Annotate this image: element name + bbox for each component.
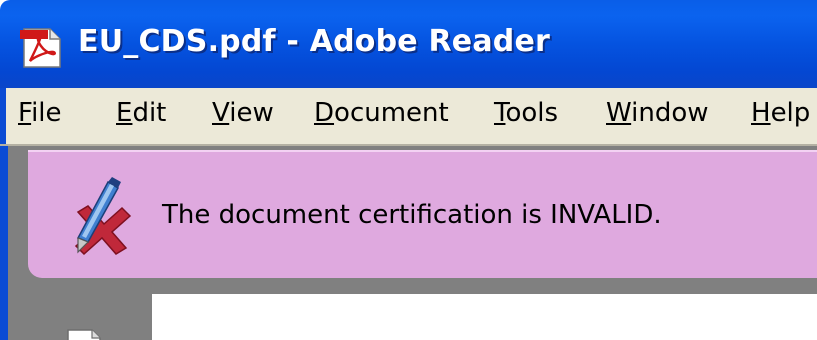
- window-title: EU_CDS.pdf - Adobe Reader: [78, 24, 550, 59]
- page-thumbnail-icon[interactable]: [64, 322, 104, 340]
- certification-message: The document certification is INVALID.: [162, 200, 662, 230]
- menu-view[interactable]: View: [212, 98, 274, 128]
- menu-edit[interactable]: Edit: [116, 98, 166, 128]
- menu-file[interactable]: File: [18, 98, 62, 128]
- menu-bar: File Edit View Document Tools Window Hel…: [0, 88, 817, 144]
- window-frame-left: [0, 146, 8, 340]
- document-page[interactable]: [152, 294, 817, 340]
- menu-document[interactable]: Document: [314, 98, 449, 128]
- pages-panel: [8, 296, 152, 340]
- certification-bar: The document certification is INVALID.: [28, 150, 817, 278]
- menu-help[interactable]: Help: [751, 98, 810, 128]
- menu-tools[interactable]: Tools: [494, 98, 558, 128]
- title-bar[interactable]: EU_CDS.pdf - Adobe Reader: [0, 0, 817, 88]
- menu-window[interactable]: Window: [606, 98, 709, 128]
- adobe-reader-window: EU_CDS.pdf - Adobe Reader File Edit View…: [0, 0, 817, 340]
- invalid-signature-pen-icon: [74, 177, 132, 256]
- adobe-reader-pdf-icon: [20, 28, 61, 68]
